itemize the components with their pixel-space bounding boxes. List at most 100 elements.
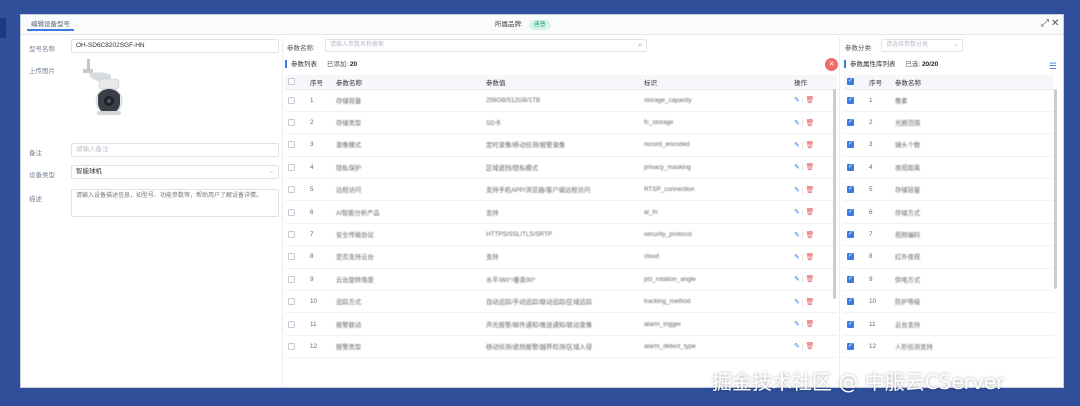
row-checkbox[interactable]: ✓: [847, 230, 854, 238]
row-param-name: 远程访问: [333, 178, 483, 202]
trash-icon[interactable]: 🗑: [806, 343, 815, 350]
row-param-name: 报警联动: [333, 312, 483, 336]
row-checkbox[interactable]: [288, 163, 295, 171]
row-param-tag: storage_capacity: [641, 89, 791, 112]
row-checkbox[interactable]: ✓: [847, 320, 854, 328]
edit-icon[interactable]: ✎: [794, 299, 800, 306]
table-row: 12 报警类型 移动侦测/遮挡报警/越界检测/区域入侵 alarm_detect_ty…: [285, 335, 837, 359]
trash-icon[interactable]: 🗑: [806, 120, 815, 127]
ptz-camera-image: [83, 59, 123, 115]
row-param-tag: record_encoded: [641, 133, 791, 157]
description-label: 描述: [29, 196, 42, 203]
row-checkbox[interactable]: ✓: [847, 96, 854, 104]
trash-icon[interactable]: 🗑: [806, 209, 815, 216]
row-checkbox[interactable]: [288, 208, 295, 216]
row-param-value: SD卡: [483, 111, 641, 135]
row-checkbox[interactable]: [288, 298, 295, 306]
trash-icon[interactable]: 🗑: [806, 142, 815, 149]
param-list-header: 参数列表 已添加: 20: [285, 59, 357, 71]
row-param-name: 隐私保护: [333, 156, 483, 180]
row-param-tag: ai_fn: [641, 200, 791, 224]
row-checkbox[interactable]: [288, 119, 295, 126]
trash-icon[interactable]: 🗑: [806, 97, 815, 104]
row-param-value: 支持手机APP/浏览器/客户端远程访问: [483, 178, 641, 202]
row-checkbox[interactable]: ✓: [847, 275, 854, 283]
select-all-checkbox[interactable]: [288, 78, 295, 86]
row-param-name: 存储类型: [333, 111, 483, 135]
row-checkbox[interactable]: ✓: [847, 119, 854, 126]
row-param-name: 红外夜视: [892, 245, 1054, 269]
note-input[interactable]: 请输入备注: [71, 143, 279, 157]
trash-icon[interactable]: 🗑: [806, 276, 815, 283]
image-label: 上传图片: [29, 68, 55, 75]
trash-icon[interactable]: 🗑: [806, 164, 815, 171]
row-checkbox[interactable]: [288, 253, 295, 261]
row-index: 5: [307, 178, 333, 202]
row-checkbox[interactable]: [288, 275, 295, 283]
row-checkbox[interactable]: [288, 342, 295, 350]
row-checkbox[interactable]: ✓: [847, 163, 854, 171]
batch-delete-button[interactable]: ✕: [825, 58, 838, 71]
param-search-label: 参数名称:: [287, 45, 315, 52]
search-icon[interactable]: ⌕: [638, 40, 642, 51]
edit-icon[interactable]: ✎: [794, 209, 800, 216]
param-search-input[interactable]: 请输入参数名称搜索 ⌕: [325, 39, 647, 52]
param-table-scrollbar[interactable]: [833, 89, 836, 299]
row-checkbox[interactable]: ✓: [847, 208, 854, 216]
table-row: ✓ 7 视频编码: [844, 223, 1054, 247]
select-all-checkbox[interactable]: ✓: [847, 78, 854, 86]
trash-icon[interactable]: 🗑: [806, 321, 815, 328]
device-type-select[interactable]: 智能球机 ⌄: [71, 165, 279, 179]
trash-icon[interactable]: 🗑: [806, 187, 815, 194]
row-param-value: HTTPS/SSL/TLS/SRTP: [483, 223, 641, 247]
row-param-name: 是否支持云台: [333, 245, 483, 269]
model-input[interactable]: OH-SD6C8202SGF-HN: [71, 39, 279, 53]
row-checkbox[interactable]: [288, 141, 295, 149]
edit-icon[interactable]: ✎: [794, 120, 800, 127]
selected-count: 20/20: [921, 61, 939, 68]
row-index: 6: [866, 200, 892, 224]
edit-icon[interactable]: ✎: [794, 142, 800, 149]
row-checkbox[interactable]: ✓: [847, 253, 854, 261]
dialog-title-tab[interactable]: 编辑设备型号: [27, 19, 74, 31]
description-textarea[interactable]: 请输入设备描述信息，如型号、功能参数等，帮助用户了解设备详情。: [71, 189, 279, 217]
edit-icon[interactable]: ✎: [794, 164, 800, 171]
brand-field: 所属品牌: 迪普: [495, 20, 551, 30]
row-checkbox[interactable]: [288, 320, 295, 328]
op-divider: |: [801, 119, 804, 127]
row-checkbox[interactable]: ✓: [847, 141, 854, 149]
row-param-name: 存储方式: [892, 200, 1054, 224]
row-checkbox[interactable]: ✓: [847, 298, 854, 306]
row-param-tag: security_protocol: [641, 223, 791, 247]
trash-icon[interactable]: 🗑: [806, 254, 815, 261]
edit-icon[interactable]: ✎: [794, 232, 800, 239]
col-index: 序号: [866, 75, 892, 90]
expand-icon[interactable]: ⤢: [1041, 18, 1049, 30]
trash-icon[interactable]: 🗑: [806, 299, 815, 306]
row-param-name: 录像模式: [333, 133, 483, 157]
row-param-value: 水平360°/垂直90°: [483, 268, 641, 292]
row-index: 8: [866, 245, 892, 269]
close-icon[interactable]: ✕: [1051, 18, 1059, 30]
row-checkbox[interactable]: ✓: [847, 186, 854, 194]
edit-icon[interactable]: ✎: [794, 343, 800, 350]
edit-icon[interactable]: ✎: [794, 276, 800, 283]
row-param-name: 光圈范围: [892, 111, 1054, 135]
op-divider: |: [801, 321, 804, 329]
library-scrollbar[interactable]: [1054, 89, 1057, 289]
edit-icon[interactable]: ✎: [794, 187, 800, 194]
edit-icon[interactable]: ✎: [794, 321, 800, 328]
row-checkbox[interactable]: [288, 186, 295, 194]
row-checkbox[interactable]: [288, 96, 295, 104]
list-menu-icon[interactable]: ☰: [1049, 61, 1057, 72]
trash-icon[interactable]: 🗑: [806, 232, 815, 239]
edit-icon[interactable]: ✎: [794, 97, 800, 104]
table-row: ✓ 10 防护等级: [844, 290, 1054, 314]
device-image[interactable]: [77, 55, 133, 119]
edit-icon[interactable]: ✎: [794, 254, 800, 261]
row-checkbox[interactable]: ✓: [847, 342, 854, 350]
op-divider: |: [801, 343, 804, 351]
row-param-name: AI智能分析产品: [333, 200, 483, 224]
brand-badge: 迪普: [528, 20, 551, 30]
row-checkbox[interactable]: [288, 230, 295, 238]
